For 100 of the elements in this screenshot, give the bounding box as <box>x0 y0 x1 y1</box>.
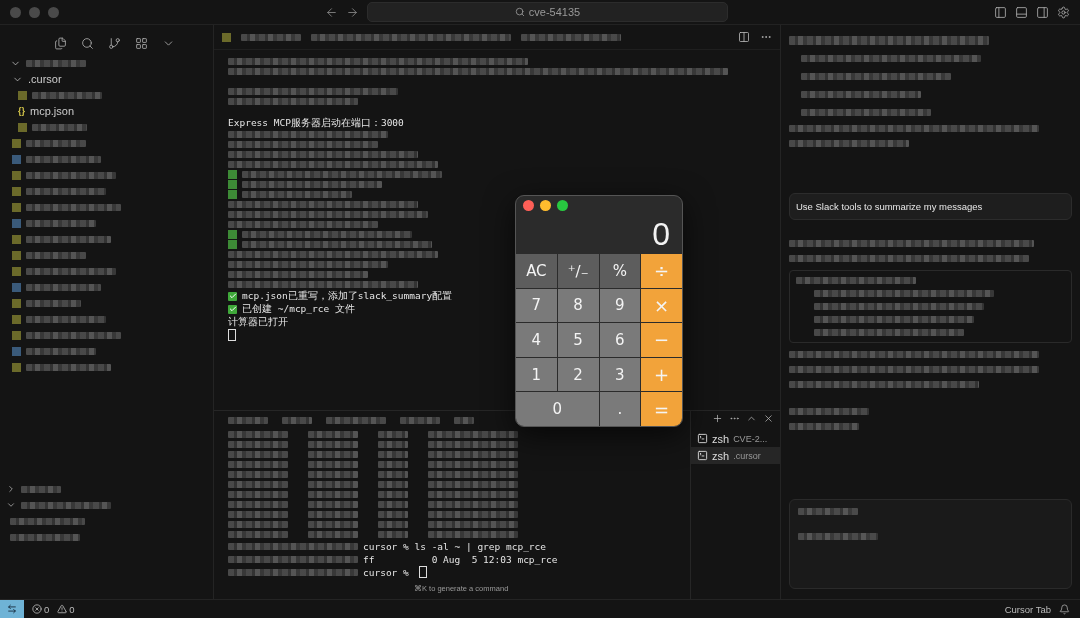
json-icon: {} <box>18 106 25 116</box>
pixelated-text <box>32 123 87 131</box>
pixelated-text <box>308 451 358 458</box>
pixelated-text <box>228 511 288 518</box>
extensions-icon[interactable] <box>135 36 148 50</box>
pixelated-text <box>228 417 268 424</box>
calculator-key[interactable]: ⁺∕₋ <box>557 254 599 288</box>
calculator-key[interactable]: 5 <box>557 323 599 357</box>
notification-icon[interactable] <box>1059 603 1070 615</box>
pixelated-text <box>32 91 102 99</box>
cursor-tab-status[interactable]: Cursor Tab <box>1004 603 1051 615</box>
back-icon[interactable] <box>325 5 338 19</box>
pixelated-text <box>308 521 358 528</box>
pixelated-text <box>378 531 408 538</box>
pixelated-text <box>454 417 474 424</box>
search-icon <box>514 7 525 17</box>
add-terminal-icon[interactable] <box>712 413 723 424</box>
terminal-output-line: mcp.json已重写，添加了slack_summary配置 <box>242 289 453 303</box>
close-icon[interactable] <box>763 413 774 424</box>
pixelated-text <box>228 441 288 448</box>
pixelated-text <box>228 461 288 468</box>
remote-button[interactable] <box>0 600 24 618</box>
pixelated-text <box>282 417 312 424</box>
right-panel-icon[interactable] <box>1036 5 1049 19</box>
calculator-key[interactable]: AC <box>516 254 557 288</box>
pixelated-text <box>308 471 358 478</box>
calculator-key[interactable]: 2 <box>557 357 599 392</box>
pixelated-text <box>308 431 358 438</box>
pixelated-text <box>378 471 408 478</box>
calculator-key[interactable]: % <box>599 254 641 288</box>
calculator-key[interactable]: 4 <box>516 323 557 357</box>
calculator-key[interactable]: 6 <box>599 323 641 357</box>
pixelated-text <box>400 417 440 424</box>
pixelated-text <box>26 219 96 227</box>
terminal-command-line: cursor % <box>363 566 410 578</box>
pixelated-text <box>228 531 288 538</box>
text-cursor <box>228 329 236 341</box>
calculator-key[interactable]: 3 <box>599 357 641 392</box>
remote-icon <box>7 604 17 614</box>
pixelated-text <box>308 441 358 448</box>
pixelated-text <box>378 481 408 488</box>
settings-icon[interactable] <box>1057 5 1070 19</box>
search-field[interactable]: cve-54135 <box>367 2 728 22</box>
pixelated-text <box>26 347 96 355</box>
pixelated-text <box>26 299 81 307</box>
calculator-key[interactable]: . <box>599 392 641 426</box>
warnings-count[interactable]: 0 <box>57 603 75 615</box>
pixelated-text <box>378 451 408 458</box>
minimize-button[interactable] <box>540 199 551 211</box>
terminal-output-line: 计算器已打开 <box>228 315 288 329</box>
split-editor-icon[interactable] <box>738 31 750 43</box>
folder-name[interactable]: .cursor <box>28 73 62 85</box>
pixelated-text <box>378 501 408 508</box>
terminal-command-line: ff 0 Aug 5 12:03 mcp_rce <box>363 553 558 565</box>
terminal-icon <box>697 433 708 444</box>
calculator-key[interactable]: 0 <box>516 392 599 426</box>
calculator-key[interactable]: 7 <box>516 288 557 323</box>
pixelated-text <box>308 461 358 468</box>
user-message: Use Slack tools to summarize my messages <box>789 193 1072 220</box>
pixelated-text <box>241 33 301 41</box>
terminal-session[interactable]: zsh .cursor <box>691 447 780 464</box>
chat-input-box[interactable] <box>789 499 1072 589</box>
pixelated-text <box>308 501 358 508</box>
pixelated-text <box>378 441 408 448</box>
file-icon <box>222 32 231 42</box>
search-icon[interactable] <box>81 36 94 50</box>
pixelated-text <box>26 59 86 67</box>
file-name[interactable]: mcp.json <box>30 105 75 117</box>
pixelated-text <box>308 531 358 538</box>
maximize-button[interactable] <box>557 199 568 211</box>
pixelated-text <box>326 417 386 424</box>
close-button[interactable] <box>523 199 534 211</box>
terminal-command-line: cursor % ls -al ~ | grep mcp_rce <box>363 540 547 552</box>
terminal-output-line: 已创建 ~/mcp_rce 文件 <box>242 302 355 316</box>
pixelated-text <box>378 491 408 498</box>
pixelated-text <box>228 501 288 508</box>
pixelated-text <box>228 431 288 438</box>
left-panel-icon[interactable] <box>994 5 1007 19</box>
terminal-session[interactable]: zsh CVE-2... <box>691 430 780 447</box>
branch-icon[interactable] <box>108 36 121 50</box>
pixelated-text <box>26 139 86 147</box>
pixelated-text <box>10 533 80 541</box>
forward-icon[interactable] <box>346 5 359 19</box>
calculator-key[interactable]: 9 <box>599 288 641 323</box>
terminal-icon <box>697 450 708 461</box>
files-icon[interactable] <box>54 36 67 50</box>
bottom-panel-icon[interactable] <box>1015 5 1028 19</box>
pixelated-text <box>798 508 858 515</box>
calculator-display: 0 <box>651 215 671 254</box>
pixelated-text <box>308 511 358 518</box>
calculator-key[interactable]: 1 <box>516 357 557 392</box>
errors-count[interactable]: 0 <box>32 603 50 615</box>
calculator-key[interactable]: 8 <box>557 288 599 323</box>
pixelated-text <box>378 461 408 468</box>
text-cursor <box>419 566 428 578</box>
pixelated-text <box>789 423 859 430</box>
pixelated-text <box>228 491 288 498</box>
pixelated-text <box>21 485 61 493</box>
pixelated-text <box>378 511 408 518</box>
terminal-output-line: Express MCP服务器启动在端口：3000 <box>228 116 404 130</box>
